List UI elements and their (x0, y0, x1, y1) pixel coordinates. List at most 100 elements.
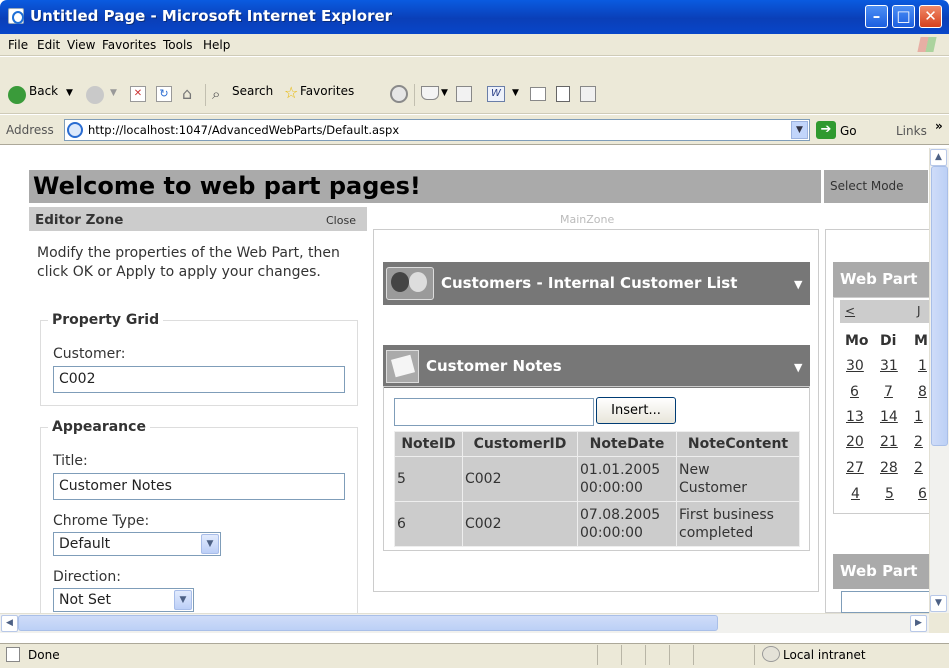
scroll-corner (929, 613, 949, 633)
security-zone: Local intranet (783, 648, 866, 662)
status-text: Done (28, 648, 60, 662)
calendar-day[interactable]: 20 (846, 434, 864, 450)
column-header[interactable]: NoteContent (676, 431, 800, 457)
main-zone-title: MainZone (560, 213, 615, 226)
menu-favorites[interactable]: Favorites (102, 38, 156, 52)
calendar-day[interactable]: 1 (918, 358, 927, 374)
title-input[interactable]: Customer Notes (53, 473, 345, 500)
calendar-day[interactable]: 6 (918, 486, 927, 502)
menu-file[interactable]: File (8, 38, 28, 52)
back-button[interactable]: Back (29, 84, 58, 98)
messenger-icon[interactable] (580, 86, 596, 102)
calendar-day[interactable]: 8 (918, 384, 927, 400)
go-button[interactable]: Go (840, 124, 857, 138)
search-button[interactable]: Search (232, 84, 273, 98)
intranet-zone-icon (762, 646, 780, 662)
calendar-day[interactable]: 13 (846, 409, 864, 425)
calendar-day[interactable]: 2 (914, 434, 923, 450)
forward-arrow-icon[interactable] (86, 86, 104, 104)
cell-note-id: 5 (394, 456, 463, 502)
search-icon[interactable]: ⌕ (212, 86, 228, 102)
home-icon[interactable]: ⌂ (182, 85, 200, 103)
chevron-down-icon[interactable]: ▼ (201, 534, 219, 554)
edit-word-icon[interactable]: W (487, 86, 505, 102)
back-dropdown-icon[interactable]: ▼ (66, 88, 73, 98)
refresh-icon[interactable]: ↻ (156, 86, 172, 102)
scroll-down-icon[interactable]: ▼ (930, 595, 947, 612)
vertical-scroll-thumb[interactable] (931, 166, 948, 446)
research-icon[interactable] (556, 86, 570, 102)
customer-input[interactable]: C002 (53, 366, 345, 393)
direction-select[interactable]: Not Set ▼ (53, 588, 194, 612)
part-menu-chevron-icon[interactable]: ▼ (794, 361, 802, 374)
calendar-day[interactable]: 1 (914, 409, 923, 425)
web-part-input[interactable] (841, 591, 929, 613)
cell-customer-id: C002 (462, 456, 578, 502)
ie-window-icon (8, 8, 24, 24)
mail-dropdown-icon[interactable]: ▼ (441, 88, 448, 98)
menu-help[interactable]: Help (203, 38, 230, 52)
calendar-day[interactable]: 14 (880, 409, 898, 425)
editor-close-link[interactable]: Close (326, 214, 356, 227)
menu-view[interactable]: View (67, 38, 95, 52)
chevron-down-icon[interactable]: ▼ (174, 590, 192, 610)
column-header[interactable]: NoteDate (577, 431, 677, 457)
window-title: Untitled Page - Microsoft Internet Explo… (30, 7, 393, 25)
windows-logo-icon (913, 36, 943, 55)
maximize-button[interactable]: □ (892, 5, 915, 28)
calendar-day[interactable]: 6 (850, 384, 859, 400)
cell-note-id: 6 (394, 501, 463, 547)
back-arrow-icon[interactable] (8, 86, 26, 104)
address-url[interactable]: http://localhost:1047/AdvancedWebParts/D… (88, 123, 399, 137)
page-heading: Welcome to web part pages! (29, 170, 821, 203)
part-menu-chevron-icon[interactable]: ▼ (794, 278, 802, 291)
calendar-prev-link[interactable]: < (845, 304, 855, 318)
links-label[interactable]: Links (896, 124, 927, 138)
calendar-day[interactable]: 30 (846, 358, 864, 374)
chrome-type-label: Chrome Type: (53, 513, 150, 529)
customer-label: Customer: (53, 346, 126, 362)
calendar-day[interactable]: 28 (880, 460, 898, 476)
toolbar-separator (205, 84, 206, 106)
menu-tools[interactable]: Tools (163, 38, 193, 52)
column-header[interactable]: CustomerID (462, 431, 578, 457)
go-arrow-icon[interactable]: ➔ (816, 121, 836, 139)
notes-part-title: Customer Notes (426, 357, 562, 375)
edit-dropdown-icon[interactable]: ▼ (512, 88, 519, 98)
close-button[interactable]: ✕ (919, 5, 942, 28)
mail-icon[interactable] (421, 86, 439, 100)
scroll-up-icon[interactable]: ▲ (930, 149, 947, 166)
stop-icon[interactable]: ✕ (130, 86, 146, 102)
forward-dropdown-icon[interactable]: ▼ (110, 88, 117, 98)
scroll-left-icon[interactable]: ◀ (1, 615, 18, 632)
address-dropdown-icon[interactable]: ▼ (791, 121, 808, 139)
horizontal-scroll-thumb[interactable] (18, 615, 718, 631)
favorites-button[interactable]: Favorites (300, 84, 354, 98)
ie-page-icon (67, 122, 83, 138)
discuss-icon[interactable] (530, 87, 546, 101)
calendar-day[interactable]: 7 (884, 384, 893, 400)
table-row[interactable]: 5 C002 01.01.2005 00:00:00 New Customer (394, 456, 800, 502)
chrome-type-select[interactable]: Default ▼ (53, 532, 221, 556)
print-icon[interactable] (456, 86, 472, 102)
menu-edit[interactable]: Edit (37, 38, 60, 52)
calendar-day[interactable]: 5 (885, 486, 894, 502)
calendar-day[interactable]: 2 (914, 460, 923, 476)
title-bar[interactable]: Untitled Page - Microsoft Internet Explo… (0, 0, 949, 34)
table-row[interactable]: 6 C002 07.08.2005 00:00:00 First business… (394, 501, 800, 547)
calendar-day[interactable]: 31 (880, 358, 898, 374)
column-header[interactable]: NoteID (394, 431, 463, 457)
minimize-button[interactable]: – (865, 5, 888, 28)
history-icon[interactable] (390, 85, 408, 103)
calendar-day[interactable]: 27 (846, 460, 864, 476)
page-done-icon (6, 647, 20, 662)
links-chevron-icon[interactable]: » (935, 119, 943, 133)
scroll-right-icon[interactable]: ▶ (910, 615, 927, 632)
calendar-day[interactable]: 4 (851, 486, 860, 502)
note-input[interactable] (394, 398, 594, 426)
cell-note-date: 07.08.2005 00:00:00 (577, 501, 677, 547)
select-mode-dropdown[interactable]: Select Mode (824, 170, 928, 203)
insert-button[interactable]: Insert... (596, 397, 676, 424)
calendar-day[interactable]: 21 (880, 434, 898, 450)
calendar-month-label: J (917, 304, 921, 318)
